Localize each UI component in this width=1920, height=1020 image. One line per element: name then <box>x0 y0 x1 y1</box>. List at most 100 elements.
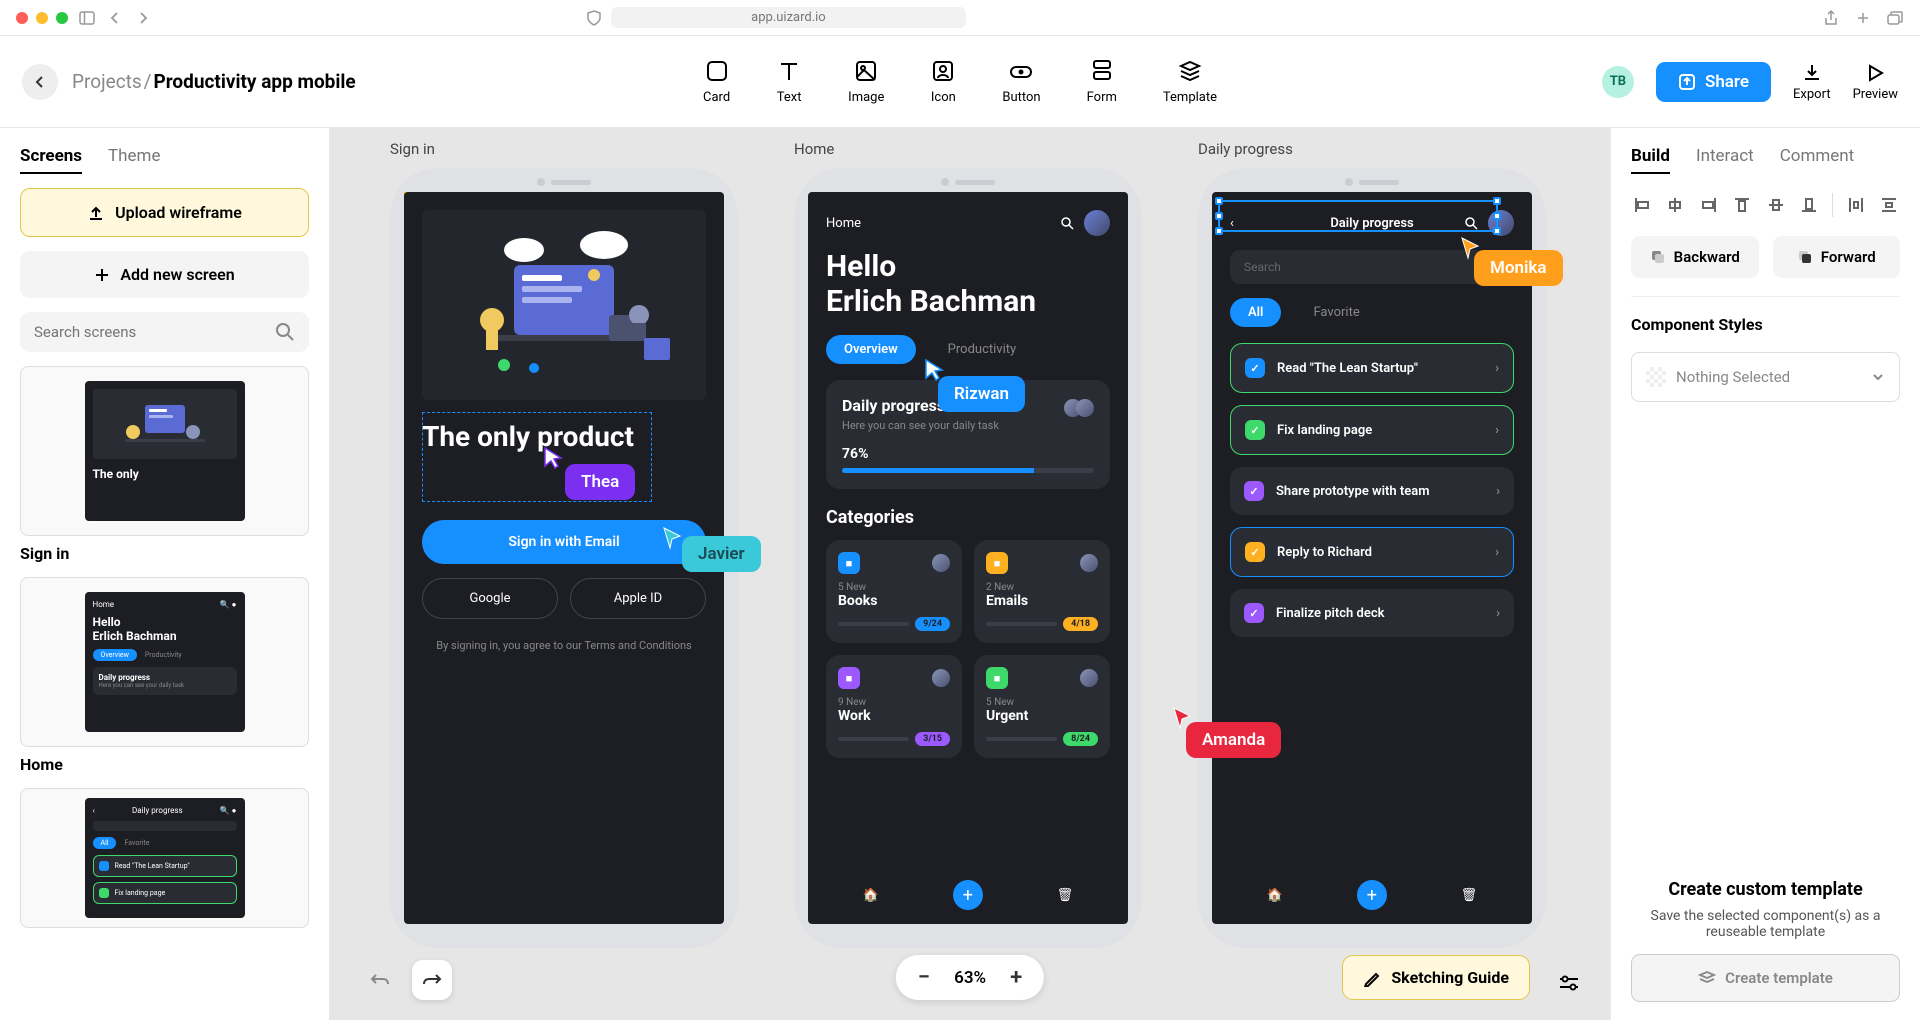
add-screen-button[interactable]: Add new screen <box>20 251 309 298</box>
back-button[interactable] <box>22 64 58 100</box>
tool-template[interactable]: Template <box>1163 58 1217 105</box>
export-label: Export <box>1793 87 1831 102</box>
add-label: Add new screen <box>120 265 234 284</box>
sketching-guide-button[interactable]: Sketching Guide <box>1342 955 1530 1000</box>
nav-trash-icon[interactable]: 🗑 <box>1057 888 1074 903</box>
nav-home-icon[interactable]: 🏠 <box>863 888 879 903</box>
canvas-settings-icon[interactable] <box>1558 974 1580 992</box>
tool-button[interactable]: Button <box>1002 58 1040 105</box>
tool-text[interactable]: Text <box>776 58 802 105</box>
cursor-rizwan-icon <box>924 358 944 382</box>
tab-interact[interactable]: Interact <box>1696 146 1754 174</box>
nav-add-button[interactable]: + <box>1357 880 1387 910</box>
thumb-daily[interactable]: ‹Daily progress🔍 ● AllFavorite Read "The… <box>20 788 309 928</box>
forward-button[interactable]: Forward <box>1773 236 1901 278</box>
align-bottom-icon[interactable] <box>1799 192 1821 218</box>
thumb-filter-all: All <box>93 837 117 849</box>
screen-home[interactable]: Home Home HelloErlich Bachman Overview P… <box>794 168 1142 948</box>
export-button[interactable]: Export <box>1793 62 1831 102</box>
back-arrow[interactable]: ‹ <box>1230 216 1234 231</box>
new-tab-icon[interactable] <box>1854 9 1872 27</box>
tool-image[interactable]: Image <box>848 58 884 105</box>
screen-daily[interactable]: Daily progress ‹ Daily progress Search A… <box>1198 168 1546 948</box>
avatar[interactable] <box>1084 210 1110 236</box>
align-center-h-icon[interactable] <box>1665 192 1687 218</box>
nav-home-icon[interactable]: 🏠 <box>1267 888 1283 903</box>
tab-theme[interactable]: Theme <box>108 146 160 174</box>
align-left-icon[interactable] <box>1631 192 1653 218</box>
tabs-icon[interactable] <box>1886 9 1904 27</box>
zoom-out-button[interactable]: − <box>918 965 930 990</box>
sidebar-toggle-icon[interactable] <box>78 9 96 27</box>
tab-screens[interactable]: Screens <box>20 146 82 174</box>
zoom-in-button[interactable]: + <box>1010 965 1022 990</box>
upload-wireframe-button[interactable]: Upload wireframe <box>20 188 309 237</box>
category-card[interactable]: ■ 5 NewUrgent 8/24 <box>974 655 1110 758</box>
task-row[interactable]: ✓Finalize pitch deck› <box>1230 589 1514 637</box>
nav-add-button[interactable]: + <box>953 880 983 910</box>
backward-button[interactable]: Backward <box>1631 236 1759 278</box>
search-icon[interactable] <box>1464 216 1478 230</box>
nav-back-icon[interactable] <box>106 9 124 27</box>
task-row[interactable]: ✓Read "The Lean Startup"› <box>1230 343 1514 393</box>
close-window[interactable] <box>16 12 28 24</box>
tool-form[interactable]: Form <box>1087 58 1117 105</box>
maximize-window[interactable] <box>56 12 68 24</box>
user-avatar-badge[interactable]: TB <box>1602 66 1634 98</box>
shield-icon[interactable] <box>585 9 603 27</box>
share-label: Share <box>1705 72 1749 92</box>
tab-comment[interactable]: Comment <box>1780 146 1855 174</box>
cursor-thea-icon <box>543 446 563 470</box>
thumb-signin[interactable]: The only Sign in <box>20 366 309 563</box>
task-row[interactable]: ✓Reply to Richard› <box>1230 527 1514 577</box>
progress-title: Daily progress <box>842 396 945 415</box>
task-row[interactable]: ✓Fix landing page› <box>1230 405 1514 455</box>
tool-icon[interactable]: Icon <box>930 58 956 105</box>
align-right-icon[interactable] <box>1698 192 1720 218</box>
daily-progress-card[interactable]: Daily progress Here you can see your dai… <box>826 380 1110 489</box>
search-icon[interactable] <box>1060 216 1074 230</box>
category-card[interactable]: ■ 5 NewBooks 9/24 <box>826 540 962 643</box>
tool-card[interactable]: Card <box>703 58 730 105</box>
nav-forward-icon[interactable] <box>134 9 152 27</box>
redo-button[interactable] <box>412 960 452 1000</box>
category-card[interactable]: ■ 2 NewEmails 4/18 <box>974 540 1110 643</box>
select-label: Nothing Selected <box>1676 368 1790 386</box>
align-center-v-icon[interactable] <box>1765 192 1787 218</box>
tab-productivity[interactable]: Productivity <box>930 335 1034 364</box>
search-input[interactable] <box>34 323 267 341</box>
minimize-window[interactable] <box>36 12 48 24</box>
canvas[interactable]: Sign in <box>330 128 1610 1020</box>
preview-button[interactable]: Preview <box>1853 62 1898 102</box>
distribute-h-icon[interactable] <box>1845 192 1867 218</box>
task-row[interactable]: ✓Share prototype with team› <box>1230 467 1514 515</box>
category-card[interactable]: ■ 9 NewWork 3/15 <box>826 655 962 758</box>
thumb-label: Home <box>20 755 309 774</box>
upload-label: Upload wireframe <box>115 203 242 222</box>
style-select[interactable]: Nothing Selected <box>1631 352 1900 402</box>
chevron-down-icon <box>1871 372 1885 382</box>
search-icon <box>275 322 295 342</box>
breadcrumb-sep: / <box>144 70 152 93</box>
thumb-home[interactable]: Home🔍 ● Hello Erlich Bachman OverviewPro… <box>20 577 309 774</box>
url-field[interactable]: app.uizard.io <box>611 7 966 28</box>
filter-favorite[interactable]: Favorite <box>1295 298 1377 327</box>
share-icon[interactable] <box>1822 9 1840 27</box>
tab-build[interactable]: Build <box>1631 146 1670 174</box>
filter-all[interactable]: All <box>1230 298 1281 327</box>
alignment-row <box>1631 192 1900 218</box>
distribute-v-icon[interactable] <box>1878 192 1900 218</box>
create-template-button[interactable]: Create template <box>1631 954 1900 1002</box>
screen-signin[interactable]: Sign in <box>390 168 738 948</box>
align-top-icon[interactable] <box>1732 192 1754 218</box>
window-chrome: app.uizard.io <box>0 0 1920 36</box>
signin-apple-button[interactable]: Apple ID <box>570 578 706 619</box>
tab-overview[interactable]: Overview <box>826 335 916 364</box>
breadcrumb-root[interactable]: Projects <box>72 70 142 93</box>
nav-trash-icon[interactable]: 🗑 <box>1461 888 1478 903</box>
search-screens[interactable] <box>20 312 309 352</box>
share-button[interactable]: Share <box>1656 62 1771 102</box>
undo-button[interactable] <box>360 960 400 1000</box>
avatar[interactable] <box>1488 210 1514 236</box>
signin-google-button[interactable]: Google <box>422 578 558 619</box>
